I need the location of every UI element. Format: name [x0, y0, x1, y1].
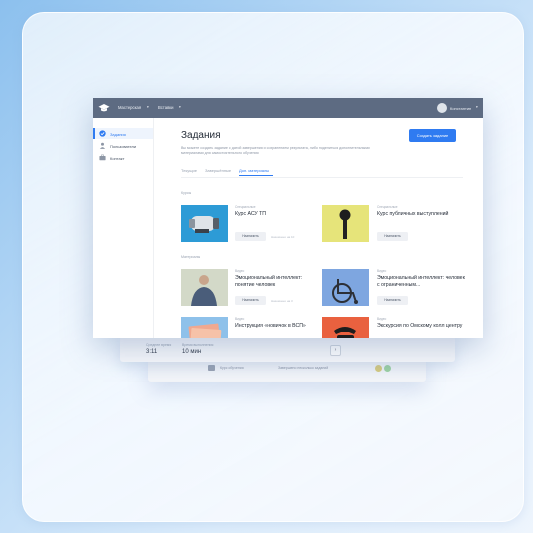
graduation-cap-icon[interactable]	[98, 102, 110, 114]
card-title[interactable]: Эмоциональный интеллект: понятие человек	[235, 275, 323, 288]
card-title[interactable]: Курс публичных выступлений	[377, 211, 465, 218]
course-thumbnail[interactable]	[322, 205, 369, 242]
create-task-button[interactable]: Создать задание	[409, 129, 456, 142]
material-thumbnail[interactable]	[181, 317, 228, 338]
avatar[interactable]	[437, 103, 447, 113]
user-name[interactable]: Константин	[450, 106, 471, 111]
status-dot-green	[384, 365, 391, 372]
section-materials: Материалы	[181, 255, 201, 259]
status-dot-yellow	[375, 365, 382, 372]
card-title[interactable]: Курс АСУ ТП	[235, 211, 323, 218]
assign-button[interactable]: Назначить	[377, 232, 408, 241]
material-thumbnail[interactable]	[322, 317, 369, 338]
stat-label-left: Среднее время	[146, 343, 172, 347]
background-panel-middle	[120, 336, 455, 362]
sidebar-item-contact[interactable]: Контакт	[93, 152, 153, 163]
sidebar: Задания Пользователи Контакт	[93, 118, 154, 338]
stat-label-right: Время выполнения	[182, 343, 214, 347]
material-thumbnail[interactable]	[322, 269, 369, 306]
tab-extra-materials[interactable]: Доп. материалы	[239, 168, 269, 173]
tab-completed[interactable]: Завершённые	[205, 168, 231, 173]
section-courses: Курсы	[181, 191, 192, 195]
tabs-divider	[181, 176, 463, 178]
check-circle-icon	[99, 130, 106, 137]
card-category: Специальные	[377, 205, 398, 209]
panel-arrow-button[interactable]: ›	[330, 345, 341, 356]
card-category: Видео	[235, 269, 245, 273]
assign-button[interactable]: Назначить	[377, 296, 408, 305]
course-thumbnail[interactable]	[181, 205, 228, 242]
stat-value-right: 10 мин	[182, 349, 202, 355]
sidebar-item-tasks[interactable]: Задания	[93, 128, 153, 139]
nav-item-workshop[interactable]: Мастерская	[118, 105, 141, 110]
chevron-down-icon: ▾	[147, 105, 149, 109]
back-panel-status: Завершено несколько заданий	[278, 366, 329, 370]
item-icon	[208, 365, 215, 371]
user-icon	[99, 142, 106, 149]
card-meta: Назначено на 10	[271, 235, 295, 239]
page-title: Задания	[181, 130, 221, 141]
chevron-down-icon: ▾	[179, 105, 181, 109]
card-meta: Назначено на 3	[271, 299, 293, 303]
app-window: Мастерская ▾ Вставки ▾ Константин ▾ Зада…	[93, 98, 483, 338]
sidebar-item-label: Контакт	[110, 155, 125, 161]
card-category: Специальные	[235, 205, 256, 209]
stat-value-left: 3:11	[146, 349, 158, 355]
material-thumbnail[interactable]	[181, 269, 228, 306]
card-title[interactable]: Инструкция «новичок в ВСП»	[235, 323, 323, 330]
back-panel-item: Курс обучения	[220, 366, 244, 370]
card-title[interactable]: Эмоциональный интеллект: человек с огран…	[377, 275, 465, 288]
sidebar-item-label: Пользователи	[110, 143, 137, 149]
page-description: Вы можете создать задание с датой заверш…	[181, 146, 370, 155]
assign-button[interactable]: Назначить	[235, 296, 266, 305]
active-tab-indicator	[239, 175, 273, 177]
card-category: Видео	[377, 269, 387, 273]
top-bar: Мастерская ▾ Вставки ▾ Константин ▾	[93, 98, 483, 118]
chevron-down-icon: ▾	[476, 105, 478, 109]
sidebar-item-label: Задания	[110, 131, 126, 137]
card-category: Видео	[235, 317, 245, 321]
card-title[interactable]: Экскурсия по Омскому колл центру	[377, 323, 465, 330]
assign-button[interactable]: Назначить	[235, 232, 266, 241]
sidebar-item-users[interactable]: Пользователи	[93, 140, 153, 151]
tab-current[interactable]: Текущие	[181, 168, 197, 173]
nav-item-inserts[interactable]: Вставки	[158, 105, 173, 110]
card-category: Видео	[377, 317, 387, 321]
briefcase-icon	[99, 154, 106, 161]
